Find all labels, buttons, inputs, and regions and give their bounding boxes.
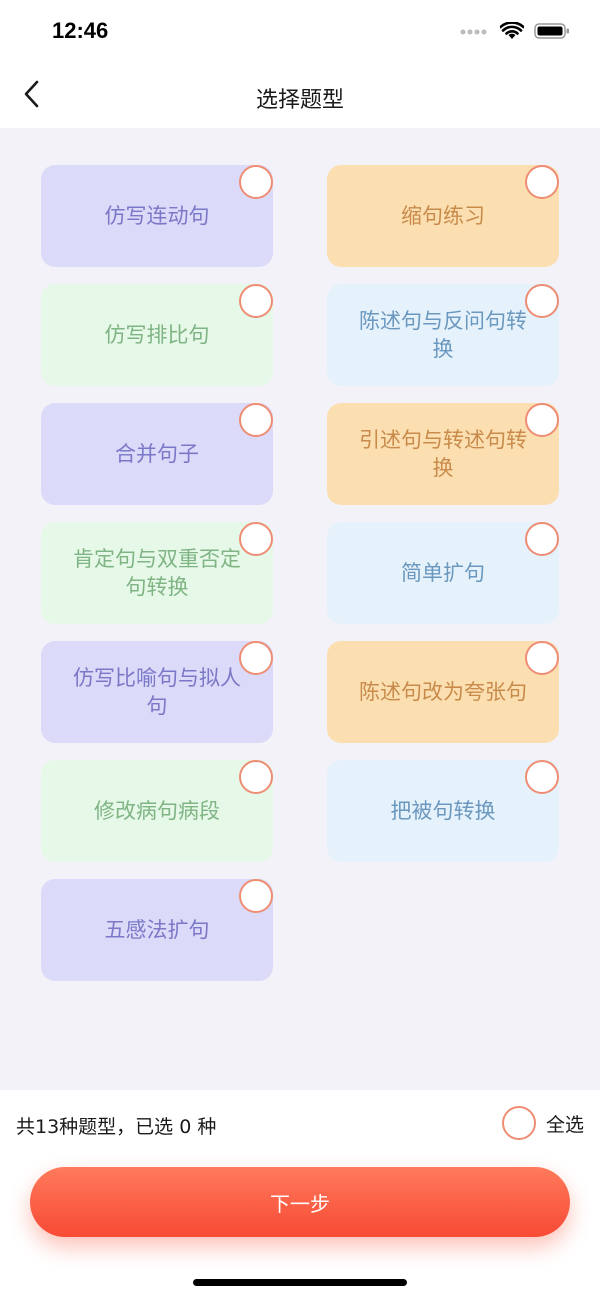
status-icons bbox=[460, 21, 570, 44]
nav-bar: 选择题型 bbox=[0, 64, 600, 128]
question-type-card[interactable]: 肯定句与双重否定句转换 bbox=[41, 522, 273, 624]
card-label: 仿写排比句 bbox=[104, 323, 210, 347]
card-label: 缩句练习 bbox=[401, 204, 485, 228]
checkbox-circle-icon[interactable] bbox=[239, 284, 273, 318]
card-label: 陈述句改为夸张句 bbox=[359, 680, 527, 704]
checkbox-circle-icon[interactable] bbox=[239, 641, 273, 675]
checkbox-circle-icon[interactable] bbox=[525, 165, 559, 199]
select-all-toggle[interactable]: 全选 bbox=[501, 1106, 584, 1140]
question-type-card[interactable]: 仿写比喻句与拟人句 bbox=[41, 641, 273, 743]
checkbox-circle-icon[interactable] bbox=[239, 522, 273, 556]
page-title: 选择题型 bbox=[255, 88, 344, 113]
battery-icon bbox=[534, 22, 570, 44]
checkbox-circle-icon[interactable] bbox=[525, 760, 559, 794]
question-type-card[interactable]: 仿写连动句 bbox=[41, 165, 273, 267]
card-label: 五感法扩句 bbox=[104, 918, 210, 942]
card-label: 陈述句与反问句转换 bbox=[359, 309, 527, 361]
select-all-label: 全选 bbox=[545, 1113, 584, 1136]
card-label: 修改病句病段 bbox=[94, 799, 220, 823]
question-type-grid: 仿写连动句 缩句练习 仿写排比句 陈述句与反问句转换 合并句子 引述句与转述句转… bbox=[0, 128, 600, 1090]
card-label: 简单扩句 bbox=[401, 561, 485, 585]
checkbox-circle-icon[interactable] bbox=[525, 403, 559, 437]
checkbox-circle-icon[interactable] bbox=[239, 403, 273, 437]
status-bar: 12:46 bbox=[0, 0, 600, 64]
next-step-button[interactable]: 下一步 bbox=[30, 1167, 570, 1237]
question-type-card[interactable]: 五感法扩句 bbox=[41, 879, 273, 981]
question-type-card[interactable]: 修改病句病段 bbox=[41, 760, 273, 862]
signal-icon bbox=[460, 24, 490, 43]
card-label: 引述句与转述句转换 bbox=[359, 428, 527, 480]
question-type-card[interactable]: 把被句转换 bbox=[327, 760, 559, 862]
checkbox-circle-icon[interactable] bbox=[525, 641, 559, 675]
wifi-icon bbox=[499, 21, 525, 44]
checkbox-circle-icon[interactable] bbox=[239, 760, 273, 794]
checkbox-circle-icon[interactable] bbox=[501, 1106, 536, 1140]
question-type-card[interactable]: 陈述句改为夸张句 bbox=[327, 641, 559, 743]
bottom-bar: 共13种题型，已选 0 种 全选 下一步 bbox=[0, 1090, 600, 1299]
checkbox-circle-icon[interactable] bbox=[525, 284, 559, 318]
checkbox-circle-icon[interactable] bbox=[525, 522, 559, 556]
card-label: 把被句转换 bbox=[390, 799, 496, 823]
home-indicator bbox=[193, 1279, 407, 1286]
card-label: 仿写连动句 bbox=[104, 204, 210, 228]
card-label: 合并句子 bbox=[115, 442, 199, 466]
question-type-card[interactable]: 缩句练习 bbox=[327, 165, 559, 267]
card-label: 仿写比喻句与拟人句 bbox=[73, 666, 241, 718]
question-type-card[interactable]: 陈述句与反问句转换 bbox=[327, 284, 559, 386]
card-label: 肯定句与双重否定句转换 bbox=[73, 547, 241, 599]
question-type-card[interactable]: 合并句子 bbox=[41, 403, 273, 505]
question-type-card[interactable]: 仿写排比句 bbox=[41, 284, 273, 386]
status-time: 12:46 bbox=[52, 18, 109, 43]
selection-count: 共13种题型，已选 0 种 bbox=[16, 1116, 217, 1138]
question-type-card[interactable]: 引述句与转述句转换 bbox=[327, 403, 559, 505]
checkbox-circle-icon[interactable] bbox=[239, 165, 273, 199]
checkbox-circle-icon[interactable] bbox=[239, 879, 273, 913]
question-type-card[interactable]: 简单扩句 bbox=[327, 522, 559, 624]
